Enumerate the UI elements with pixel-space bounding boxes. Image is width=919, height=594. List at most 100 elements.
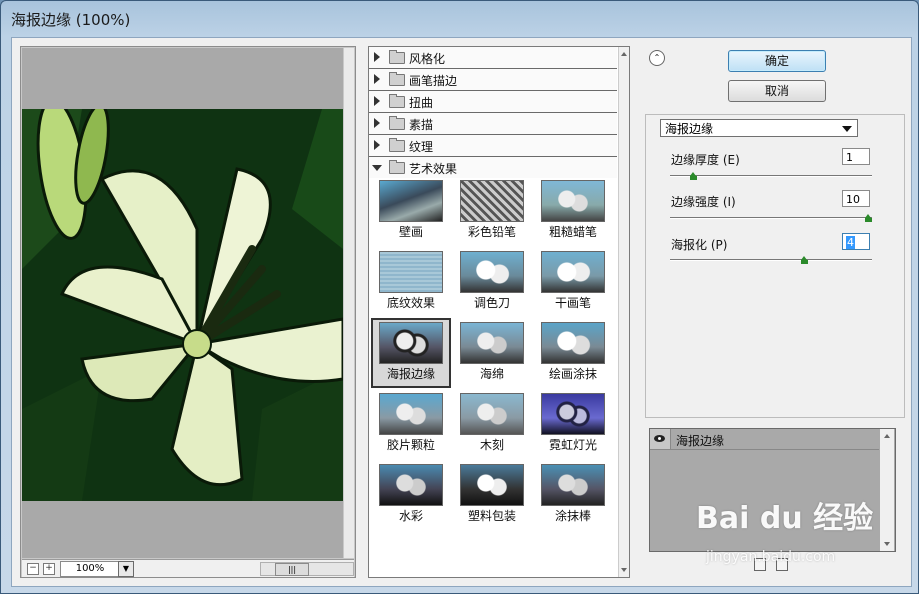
preview-vertical-scrollbar[interactable] bbox=[344, 48, 354, 558]
filter-thumb-plastic-wrap[interactable]: 塑料包装 bbox=[456, 462, 528, 531]
category-label: 素描 bbox=[409, 118, 434, 132]
filter-select-dropdown[interactable]: 海报边缘 bbox=[660, 119, 858, 137]
thumb-image bbox=[379, 251, 443, 293]
folder-icon bbox=[389, 94, 405, 108]
zoom-in-button[interactable]: + bbox=[43, 563, 55, 575]
thumb-label: 海报边缘 bbox=[386, 367, 435, 381]
ok-button[interactable]: 确定 bbox=[728, 50, 826, 72]
category-label: 艺术效果 bbox=[409, 162, 458, 176]
preview-panel: − + 100% ▼ ||| bbox=[20, 46, 356, 578]
artistic-thumbnails-grid: 壁画 彩色铅笔 粗糙蜡笔 底纹效果 调色刀 干画笔 海报边缘 海绵 绘画涂抹 胶… bbox=[369, 178, 617, 568]
filter-thumb-underpainting[interactable]: 底纹效果 bbox=[375, 249, 447, 318]
zoom-out-button[interactable]: − bbox=[27, 563, 39, 575]
filter-gallery-list: 风格化 画笔描边 扭曲 素描 纹理 艺术效果 壁画 彩色铅笔 粗糙蜡笔 底纹效果… bbox=[368, 46, 630, 578]
category-stylize[interactable]: 风格化 bbox=[369, 47, 617, 69]
thumb-label: 塑料包装 bbox=[467, 509, 516, 523]
thumb-image bbox=[541, 180, 605, 222]
thumb-label: 粗糙蜡笔 bbox=[548, 225, 597, 239]
category-label: 扭曲 bbox=[409, 96, 434, 110]
category-sketch[interactable]: 素描 bbox=[369, 113, 617, 135]
filter-settings-panel: 海报边缘 边缘厚度 (E) 1 边缘强度 (I) 10 海报化 (P) 4 bbox=[645, 114, 905, 418]
category-label: 纹理 bbox=[409, 140, 434, 154]
filter-thumb-colored-pencil[interactable]: 彩色铅笔 bbox=[456, 178, 528, 247]
posterization-field[interactable]: 4 bbox=[842, 233, 870, 250]
thumb-image bbox=[541, 393, 605, 435]
filter-thumb-smudge-stick[interactable]: 涂抹棒 bbox=[537, 462, 609, 531]
watermark-brand: Bai du 经验 bbox=[696, 501, 874, 536]
expand-arrow-icon[interactable] bbox=[374, 96, 380, 106]
filter-thumb-cutout[interactable]: 木刻 bbox=[456, 391, 528, 460]
edge-intensity-slider[interactable] bbox=[670, 214, 872, 222]
filter-thumb-sponge[interactable]: 海绵 bbox=[456, 320, 528, 389]
zoom-dropdown-button[interactable]: ▼ bbox=[118, 561, 134, 577]
scroll-down-icon[interactable] bbox=[621, 568, 627, 572]
thumb-label: 底纹效果 bbox=[386, 296, 435, 310]
thumb-label: 涂抹棒 bbox=[554, 509, 591, 523]
thumb-label: 壁画 bbox=[398, 225, 423, 239]
effect-layer-row[interactable]: 海报边缘 bbox=[650, 429, 879, 450]
expand-arrow-icon[interactable] bbox=[374, 118, 380, 128]
edge-intensity-field[interactable]: 10 bbox=[842, 190, 870, 207]
watermark-url: jingyan.baidu.com bbox=[706, 549, 836, 565]
category-artistic[interactable]: 艺术效果 bbox=[369, 157, 617, 178]
filter-gallery-window: 海报边缘 (100%) − + 100% ▼ ||| 风格化 画笔描边 扭曲 素… bbox=[0, 0, 919, 594]
posterization-slider[interactable] bbox=[670, 256, 872, 264]
gallery-vertical-scrollbar[interactable] bbox=[618, 47, 629, 577]
edge-intensity-slider-knob[interactable] bbox=[865, 214, 872, 222]
preview-horizontal-scrollbar[interactable]: ||| bbox=[260, 562, 354, 576]
thumb-image bbox=[541, 251, 605, 293]
zoom-level-field[interactable]: 100% bbox=[60, 561, 120, 577]
filter-thumb-film-grain[interactable]: 胶片颗粒 bbox=[375, 391, 447, 460]
chevron-down-icon[interactable] bbox=[842, 126, 852, 132]
preview-zoom-bar: − + 100% ▼ ||| bbox=[22, 559, 354, 577]
folder-icon bbox=[389, 116, 405, 130]
thumb-image bbox=[379, 393, 443, 435]
filter-thumb-poster-edges[interactable]: 海报边缘 bbox=[371, 318, 451, 388]
thumb-image bbox=[460, 251, 524, 293]
thumb-label: 干画笔 bbox=[554, 296, 591, 310]
eye-icon[interactable] bbox=[650, 429, 671, 449]
filter-thumb-rough-pastels[interactable]: 粗糙蜡笔 bbox=[537, 178, 609, 247]
expand-arrow-icon[interactable] bbox=[374, 140, 380, 150]
thumb-image bbox=[541, 464, 605, 506]
expand-arrow-icon[interactable] bbox=[374, 74, 380, 84]
posterization-slider-knob[interactable] bbox=[801, 256, 808, 264]
filter-thumb-palette-knife[interactable]: 调色刀 bbox=[456, 249, 528, 318]
expand-arrow-icon[interactable] bbox=[374, 52, 380, 62]
title-bar[interactable]: 海报边缘 (100%) bbox=[1, 1, 918, 37]
thumb-label: 彩色铅笔 bbox=[467, 225, 516, 239]
collapse-arrow-icon[interactable] bbox=[372, 165, 382, 171]
preview-image-lily[interactable] bbox=[22, 109, 343, 501]
edge-thickness-slider-knob[interactable] bbox=[690, 172, 697, 180]
thumb-image bbox=[460, 464, 524, 506]
scroll-down-icon[interactable] bbox=[884, 542, 890, 546]
edge-thickness-slider[interactable] bbox=[670, 172, 872, 180]
filter-thumb-fresco[interactable]: 壁画 bbox=[375, 178, 447, 247]
filter-thumb-dry-brush[interactable]: 干画笔 bbox=[537, 249, 609, 318]
category-texture[interactable]: 纹理 bbox=[369, 135, 617, 157]
horizontal-scroll-thumb[interactable]: ||| bbox=[275, 563, 309, 576]
posterization-label: 海报化 (P) bbox=[671, 238, 728, 252]
thumb-image bbox=[379, 464, 443, 506]
scroll-up-icon[interactable] bbox=[884, 434, 890, 438]
effect-layer-label: 海报边缘 bbox=[676, 434, 725, 448]
category-distort[interactable]: 扭曲 bbox=[369, 91, 617, 113]
filter-thumb-watercolor[interactable]: 水彩 bbox=[375, 462, 447, 531]
posterization-value: 4 bbox=[846, 236, 855, 249]
filter-thumb-paint-daubs[interactable]: 绘画涂抹 bbox=[537, 320, 609, 389]
collapse-gallery-icon[interactable]: ⌃ bbox=[649, 50, 665, 66]
category-brush-strokes[interactable]: 画笔描边 bbox=[369, 69, 617, 91]
thumb-label: 胶片颗粒 bbox=[386, 438, 435, 452]
edge-thickness-field[interactable]: 1 bbox=[842, 148, 870, 165]
edge-thickness-label: 边缘厚度 (E) bbox=[671, 153, 740, 167]
thumb-image bbox=[541, 322, 605, 364]
thumb-image bbox=[460, 393, 524, 435]
cancel-button[interactable]: 取消 bbox=[728, 80, 826, 102]
window-title: 海报边缘 (100%) bbox=[11, 11, 131, 29]
filter-thumb-neon-glow[interactable]: 霓虹灯光 bbox=[537, 391, 609, 460]
layers-scrollbar[interactable] bbox=[880, 429, 894, 551]
thumb-label: 霓虹灯光 bbox=[548, 438, 597, 452]
thumb-image bbox=[460, 322, 524, 364]
folder-icon bbox=[389, 138, 405, 152]
scroll-up-icon[interactable] bbox=[621, 52, 627, 56]
